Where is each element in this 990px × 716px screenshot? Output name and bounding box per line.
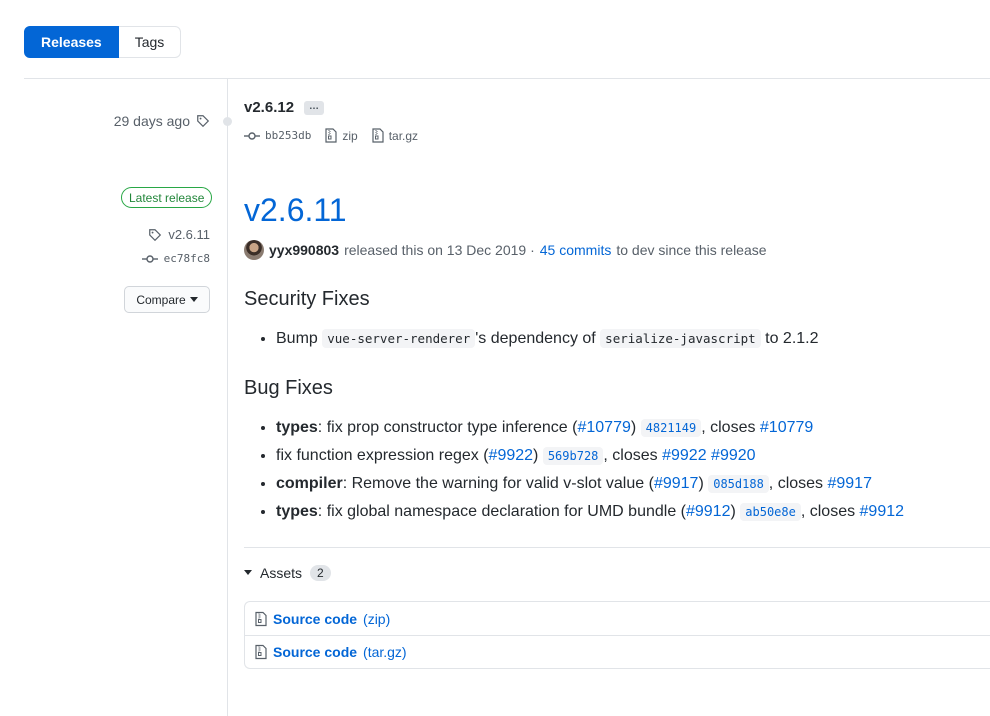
assets-toggle[interactable]: Assets 2 [244,565,331,581]
item-text: : fix prop constructor type inference ( [317,419,578,436]
asset-name: Source code [273,610,358,627]
older-release-targz[interactable]: tar.gz [372,128,418,143]
item-text: fix function expression regex ( [276,447,489,464]
issue-link[interactable]: #10779 [760,419,813,436]
asset-ext: (zip) [363,610,391,627]
divider-top [24,78,990,79]
older-release-links: bb253db zip tar.gz [244,128,418,143]
tag-icon [148,228,162,242]
security-fixes-list: Bump vue-server-renderer's dependency of… [244,325,819,353]
list-item: Bump vue-server-renderer's dependency of… [276,325,819,353]
item-text: , closes [768,475,828,492]
pr-link[interactable]: #10779 [577,419,630,436]
commit-sha-link[interactable]: ab50e8e [740,503,801,521]
item-text: ) [630,419,637,436]
security-fixes-heading: Security Fixes [244,288,370,310]
item-text: ) [698,475,704,492]
older-release-targz-label: tar.gz [388,128,419,143]
release-title[interactable]: v2.6.11 [244,192,347,229]
since-text: to dev since this release [616,242,767,258]
item-text: 's dependency of [475,330,601,347]
item-text: , closes [603,447,663,464]
expand-ellipsis-button[interactable]: … [304,100,325,115]
issue-link[interactable]: #9912 [860,503,905,520]
item-text: to 2.1.2 [760,330,819,347]
sidebar-tag-label: v2.6.11 [168,227,210,242]
issue-link[interactable]: #9917 [827,475,872,492]
file-zip-icon [325,128,337,143]
item-text: ) [730,503,736,520]
older-release-header: v2.6.12 … [244,99,325,116]
bug-fixes-heading: Bug Fixes [244,377,333,399]
tab-tags[interactable]: Tags [118,26,182,58]
list-item: types: fix prop constructor type inferen… [276,414,904,442]
file-zip-icon [255,611,267,627]
release-author[interactable]: yyx990803 [269,242,339,258]
tag-icon [196,114,210,128]
code-package: serialize-javascript [600,329,761,348]
older-release-zip-label: zip [342,128,358,143]
asset-ext: (tar.gz) [363,644,407,660]
file-zip-icon [372,128,384,143]
item-text: ) [533,447,539,464]
item-text: , closes [701,419,760,436]
assets-divider [244,547,990,548]
asset-source-targz[interactable]: Source code (tar.gz) [245,635,990,668]
compare-label: Compare [136,292,186,307]
assets-count-badge: 2 [310,565,331,581]
pr-link[interactable]: #9917 [654,475,699,492]
item-scope: compiler [276,475,343,492]
commit-icon [141,253,158,265]
item-text: : Remove the warning for valid v-slot va… [342,475,654,492]
assets-label: Assets [260,565,303,581]
file-zip-icon [255,644,267,660]
issue-link[interactable]: #9922 [662,447,707,464]
list-item: fix function expression regex (#9922) 56… [276,442,904,470]
timeline-line [227,79,228,716]
sidebar-commit-sha: ec78fc8 [163,252,210,265]
sidebar-tag[interactable]: v2.6.11 [148,227,210,242]
list-item: types: fix global namespace declaration … [276,498,904,526]
commit-sha-link[interactable]: 4821149 [640,419,702,437]
release-date-text: released this on 13 Dec 2019 · [344,242,535,258]
release-byline: yyx990803 released this on 13 Dec 2019 ·… [244,240,767,260]
pr-link[interactable]: #9922 [489,447,534,464]
commit-icon [244,130,260,142]
compare-button[interactable]: Compare [124,286,210,313]
asset-name: Source code [273,644,358,660]
older-release-zip[interactable]: zip [325,128,358,143]
item-text: Bump [276,330,323,347]
item-scope: types [276,503,318,520]
commits-link[interactable]: 45 commits [540,242,612,258]
item-text: , closes [800,503,860,520]
older-release-age: 29 days ago [113,113,190,129]
latest-release-badge: Latest release [121,187,213,208]
timeline-dot [223,117,232,126]
commit-sha-link[interactable]: 569b728 [542,447,604,465]
item-text: : fix global namespace declaration for U… [317,503,686,520]
older-release-commit[interactable]: bb253db [244,129,311,142]
asset-source-zip[interactable]: Source code (zip) [245,602,990,635]
tab-releases[interactable]: Releases [24,26,119,58]
release-tabs: Releases Tags [24,26,182,58]
commit-sha-link[interactable]: 085d188 [708,475,769,493]
issue-link[interactable]: #9920 [711,447,756,464]
item-scope: types [276,419,318,436]
caret-down-icon [189,296,198,303]
pr-link[interactable]: #9912 [686,503,731,520]
code-package: vue-server-renderer [322,329,476,348]
sidebar-commit[interactable]: ec78fc8 [141,252,210,265]
list-item: compiler: Remove the warning for valid v… [276,470,904,498]
assets-list: Source code (zip) Source code (tar.gz) [244,601,990,669]
avatar[interactable] [244,240,264,260]
older-release-meta: 29 days ago [114,113,210,129]
older-release-commit-sha: bb253db [265,129,312,142]
bug-fixes-list: types: fix prop constructor type inferen… [244,414,904,526]
caret-down-icon [244,570,252,576]
older-release-tag-link[interactable]: v2.6.12 [244,99,294,116]
